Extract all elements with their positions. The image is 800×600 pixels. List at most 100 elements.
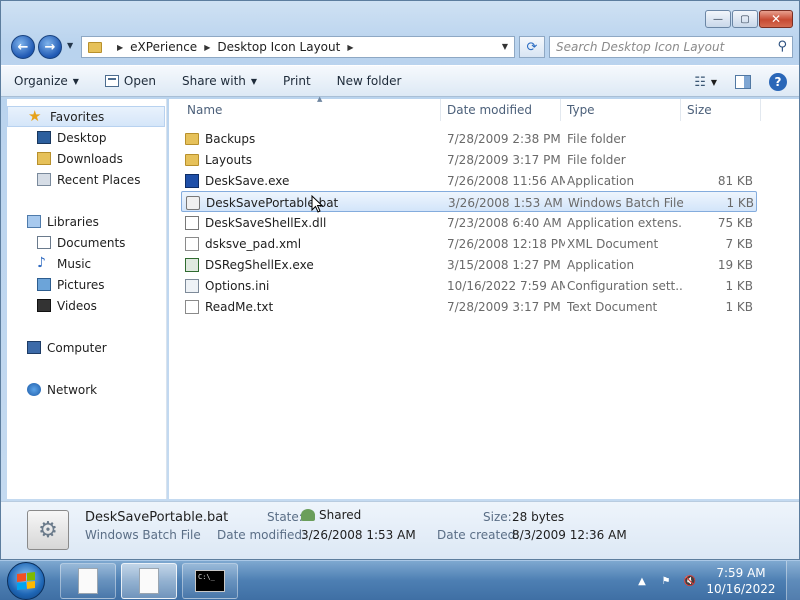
file-row-backups[interactable]: Backups 7/28/2009 2:38 PM File folder [181,128,757,149]
open-icon [104,75,119,87]
file-name: Layouts [205,152,253,167]
close-button[interactable]: ✕ [759,10,793,28]
search-icon[interactable]: ⚲ [777,39,787,54]
file-row-dsregshellex-exe[interactable]: DSRegShellEx.exe 3/15/2008 1:27 PM Appli… [181,254,757,275]
column-type-label: Type [567,103,595,117]
show-hidden-icons-icon[interactable]: ▲ [634,573,650,589]
arrow-left-icon: ← [17,39,29,55]
views-icon[interactable]: ☷ [694,75,706,90]
file-row-dsksve-pad-xml[interactable]: dsksve_pad.xml 7/26/2008 12:18 PM XML Do… [181,233,757,254]
chevron-right-icon[interactable]: ▶ [117,43,123,52]
file-type: Windows Batch File [568,195,684,210]
documents-icon [37,236,51,249]
file-type: Application [567,173,635,188]
column-date-modified[interactable]: Date modified [441,99,561,121]
file-row-desksave-exe[interactable]: DeskSave.exe 7/26/2008 11:56 AM Applicat… [181,170,757,191]
file-row-layouts[interactable]: Layouts 7/28/2009 3:17 PM File folder [181,149,757,170]
window-controls: — ▢ ✕ [704,10,793,28]
sidebar-item-label: Pictures [57,277,105,292]
new-folder-button[interactable]: New folder [324,65,415,97]
file-row-options-ini[interactable]: Options.ini 10/16/2022 7:59 AM Configura… [181,275,757,296]
organize-button[interactable]: Organize ▼ [1,65,92,97]
sidebar-item-network[interactable]: Network [7,379,166,400]
sidebar-item-label: Favorites [50,109,105,124]
open-button[interactable]: Open [92,65,169,97]
refresh-button[interactable]: ⟳ [519,36,545,58]
details-filename: DeskSavePortable.bat [85,510,229,525]
chevron-down-icon: ▼ [250,76,258,86]
file-row-desksaveshellex-dll[interactable]: DeskSaveShellEx.dll 7/23/2008 6:40 AM Ap… [181,212,757,233]
taskbar-explorer-button[interactable] [121,563,177,599]
sidebar-item-downloads[interactable]: Downloads [7,148,166,169]
downloads-folder-icon [37,152,51,165]
file-date: 3/26/2008 1:53 AM [448,195,563,210]
chevron-right-icon[interactable]: ▶ [347,43,353,52]
file-name: ReadMe.txt [205,299,274,314]
taskbar-cmd-button[interactable]: C:\_ [182,563,238,599]
file-size: 7 KB [725,236,753,251]
system-tray: ▲ ⚑ 🔇 7:59 AM 10/16/2022 [634,561,800,600]
address-history-dropdown[interactable]: ▼ [502,42,508,51]
sidebar-item-documents[interactable]: Documents [7,232,166,253]
preview-pane-icon[interactable] [735,75,751,89]
details-filetype: Windows Batch File [85,528,201,542]
file-type: Configuration sett... [567,278,683,293]
recent-pages-dropdown[interactable]: ▼ [67,41,73,50]
file-date: 3/15/2008 1:27 PM [447,257,561,272]
column-date-label: Date modified [447,103,533,117]
print-button[interactable]: Print [270,65,324,97]
breadcrumb-desktop-icon-layout[interactable]: Desktop Icon Layout [217,40,340,54]
arrow-right-icon: → [44,39,56,55]
exe-icon [185,257,199,272]
taskbar-notepad-button[interactable] [60,563,116,599]
clock-time: 7:59 AM [716,566,766,580]
chevron-down-icon: ▼ [67,41,74,50]
start-button[interactable] [7,562,45,600]
file-list: ▲ Name Date modified Type Size Backups 7… [169,95,799,499]
file-size [685,128,753,149]
sidebar-item-computer[interactable]: Computer [7,337,166,358]
share-with-button[interactable]: Share with ▼ [169,65,270,97]
volume-muted-icon[interactable]: 🔇 [682,573,698,589]
sidebar-item-videos[interactable]: Videos [7,295,166,316]
details-size-label: Size: [483,510,512,524]
xml-icon [185,236,199,251]
back-button[interactable]: ← [11,35,35,59]
details-pane: ⚙ DeskSavePortable.bat Windows Batch Fil… [1,501,799,559]
show-desktop-button[interactable] [786,561,800,600]
recent-places-icon [37,173,51,186]
file-type: File folder [567,131,626,146]
music-icon: ♪ [37,255,46,271]
sidebar-item-pictures[interactable]: Pictures [7,274,166,295]
file-size: 1 KB [725,299,753,314]
column-type[interactable]: Type [561,99,681,121]
breadcrumb-experience[interactable]: eXPerience [130,40,197,54]
file-name: dsksve_pad.xml [205,236,302,251]
help-icon[interactable]: ? [769,73,787,91]
file-size: 1 KB [726,195,754,210]
address-bar[interactable]: ▶ eXPerience ▶ Desktop Icon Layout ▶ ▼ [81,36,515,58]
sidebar-item-desktop[interactable]: Desktop [7,127,166,148]
dll-icon [185,215,199,230]
views-dropdown[interactable]: ▼ [711,78,717,87]
file-name: Backups [205,131,256,146]
file-row-readme-txt[interactable]: ReadMe.txt 7/28/2009 3:17 PM Text Docume… [181,296,757,317]
action-center-flag-icon[interactable]: ⚑ [658,573,674,589]
minimize-button[interactable]: — [705,10,731,28]
maximize-button[interactable]: ▢ [732,10,758,28]
sidebar-item-music[interactable]: ♪ Music [7,253,166,274]
sidebar-item-recent-places[interactable]: Recent Places [7,169,166,190]
file-row-desksaveportable-bat[interactable]: DeskSavePortable.bat 3/26/2008 1:53 AM W… [181,191,757,212]
forward-button[interactable]: → [38,35,62,59]
file-date: 7/28/2009 3:17 PM [447,299,561,314]
libraries-icon [27,215,41,228]
navigation-pane: ★ Favorites Desktop Downloads Recent Pla… [7,99,167,499]
sidebar-item-favorites[interactable]: ★ Favorites [7,106,165,127]
clock[interactable]: 7:59 AM 10/16/2022 [706,565,776,597]
column-size[interactable]: Size [681,99,761,121]
sidebar-item-libraries[interactable]: Libraries [7,211,166,232]
star-icon: ★ [28,107,42,125]
chevron-right-icon[interactable]: ▶ [204,43,210,52]
column-name[interactable]: ▲ Name [181,95,441,121]
search-input[interactable]: Search Desktop Icon Layout ⚲ [549,36,793,58]
